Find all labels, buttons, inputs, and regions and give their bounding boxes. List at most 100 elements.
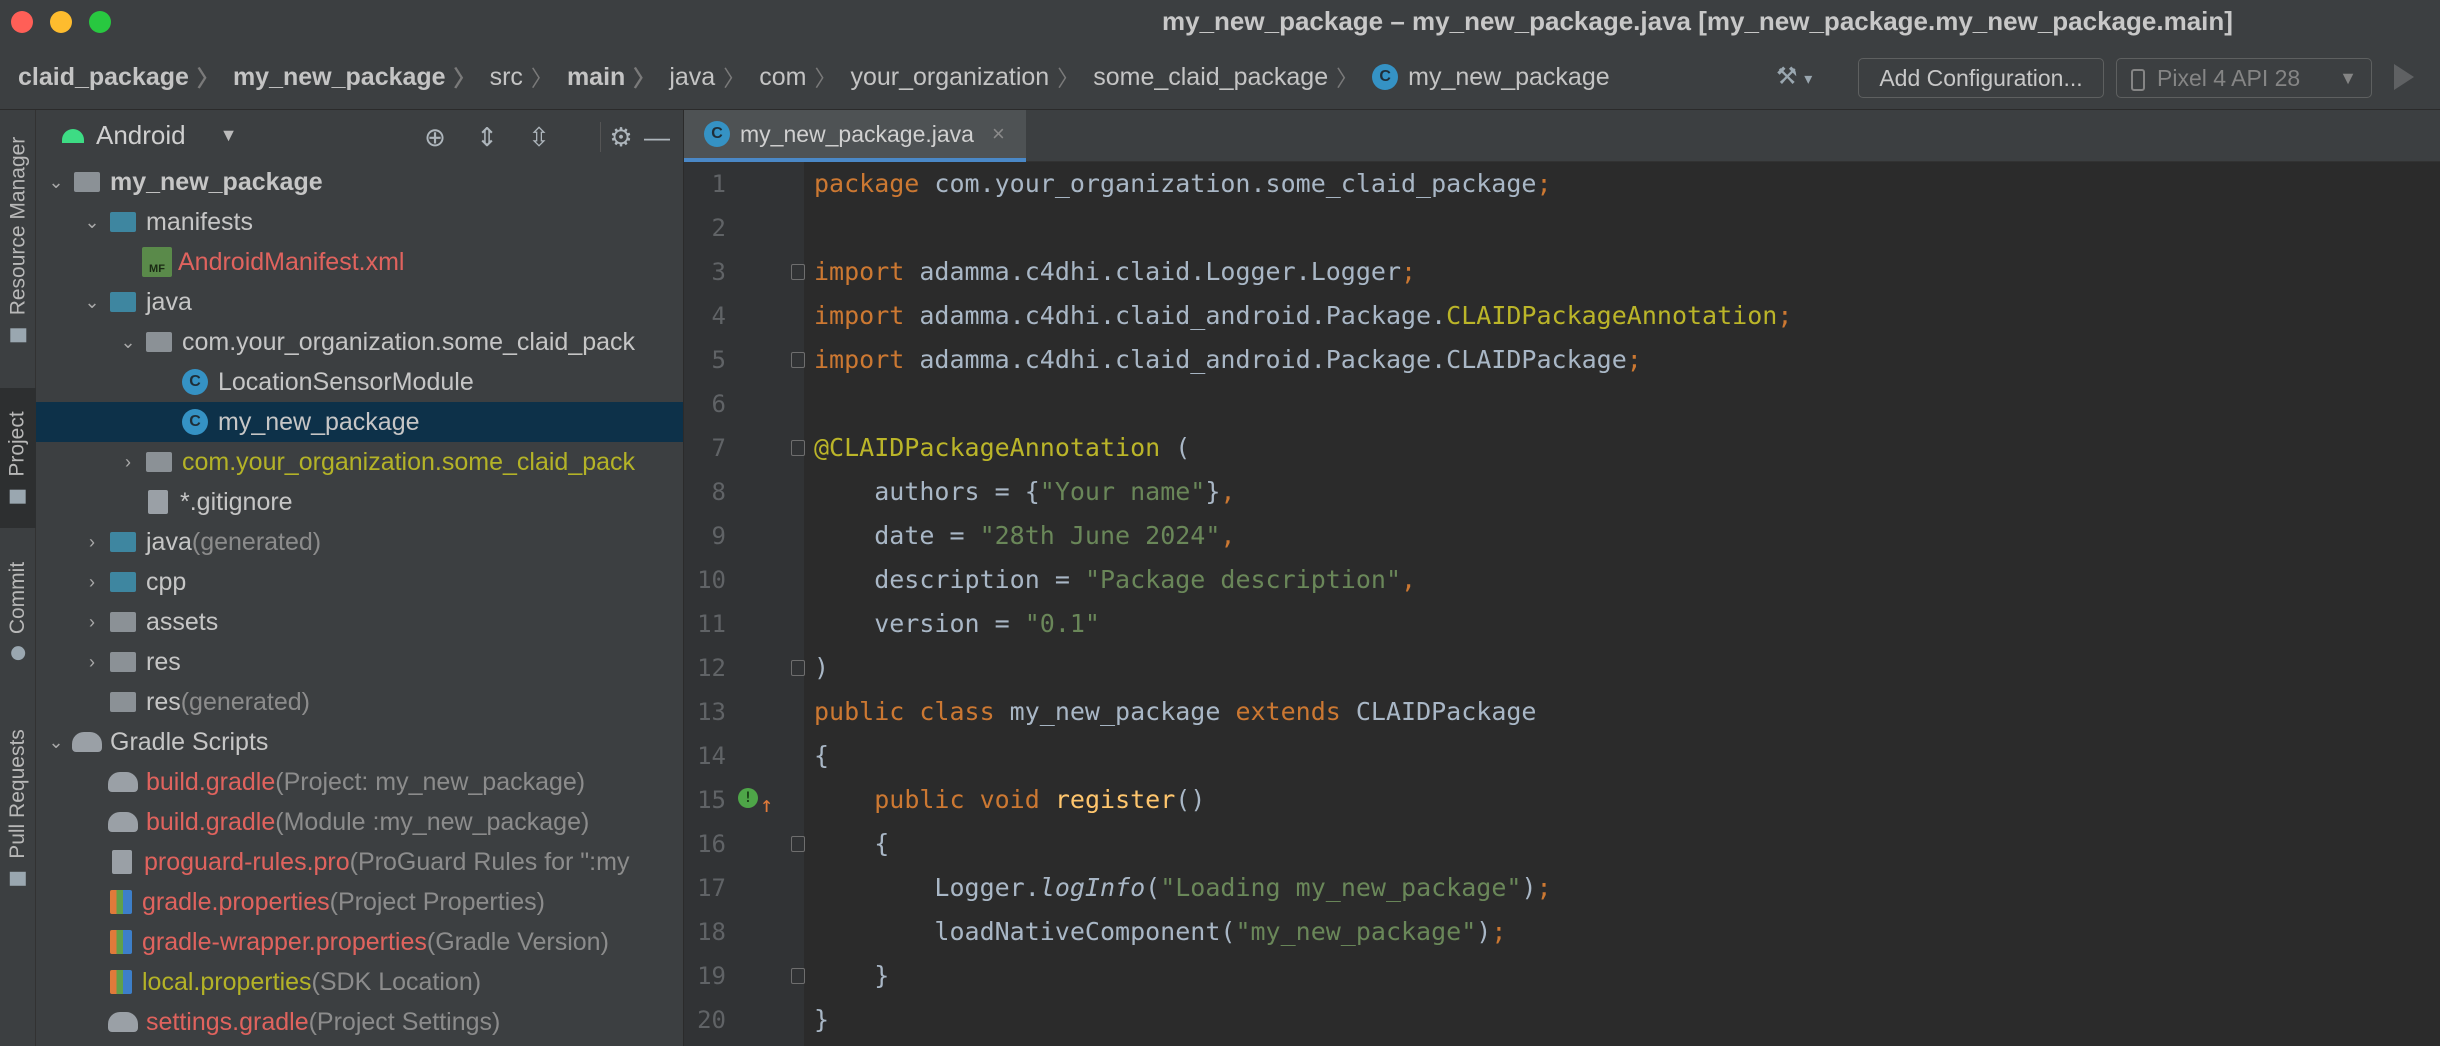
tree-item[interactable]: *.gitignore [36,482,683,522]
breadcrumb-item[interactable]: claid_package 〉 [18,61,233,93]
tree-item[interactable]: MF AndroidManifest.xml [36,242,683,282]
manifest-icon: MF [142,247,172,277]
code-text: { [814,734,829,778]
code-line: 15! ↑ public void register() [684,778,2440,822]
breadcrumb-item[interactable]: Cmy_new_package [1372,63,1610,92]
tree-item[interactable]: build.gradle (Project: my_new_package) [36,762,683,802]
tab-resource-manager[interactable]: Resource Manager [0,124,36,356]
run-icon[interactable] [2394,64,2414,90]
close-window-button[interactable] [11,11,33,33]
code-line: 5 import adamma.c4dhi.claid_android.Packa… [684,338,2440,382]
minimize-window-button[interactable] [50,11,72,33]
code-token: @CLAIDPackageAnnotation [814,433,1161,462]
tree-item[interactable]: gradle-wrapper.properties (Gradle Versio… [36,922,683,962]
fold-icon[interactable] [791,836,805,852]
tree-item[interactable]: ⌄ java [36,282,683,322]
chevron-right-icon: 〉 [633,66,656,91]
project-view-selector[interactable]: Android ▼ [62,120,237,151]
window-title: my_new_package – my_new_package.java [my… [1162,6,2233,36]
tree-item[interactable]: Cmy_new_package [36,402,683,442]
chevron-down-icon[interactable]: ⌄ [82,292,102,313]
chevron-right-icon: 〉 [723,66,746,91]
gear-icon[interactable]: ⚙ [606,122,636,152]
tree-item[interactable]: › res [36,642,683,682]
breadcrumb-item[interactable]: your_organization 〉 [850,61,1093,93]
add-configuration-button[interactable]: Add Configuration... [1858,58,2104,98]
breadcrumb-item[interactable]: java 〉 [669,61,759,93]
chevron-right-icon[interactable]: › [118,452,138,473]
code-token: version = [814,609,1025,638]
code-token: adamma.c4dhi.claid_android.Package.CLAID… [904,345,1627,374]
breadcrumb-item[interactable]: com 〉 [759,61,850,93]
tree-item[interactable]: gradle.properties (Project Properties) [36,882,683,922]
code-token: "28th June 2024" [979,521,1221,550]
tree-item[interactable]: ⌄ my_new_package [36,162,683,202]
code-line: 18 loadNativeComponent("my_new_package")… [684,910,2440,954]
breadcrumb-item[interactable]: src 〉 [490,61,567,93]
close-icon[interactable]: × [992,121,1005,147]
tab-pull-requests[interactable]: Pull Requests [0,708,36,908]
tree-item-detail: (Project: my_new_package) [275,767,586,796]
line-number: 1 [711,170,726,198]
tree-item[interactable]: ⌄ manifests [36,202,683,242]
maximize-window-button[interactable] [89,11,111,33]
fold-icon[interactable] [791,440,805,456]
hide-icon[interactable]: — [642,122,672,152]
tree-item[interactable]: settings.gradle (Project Settings) [36,1002,683,1042]
tab-resource-manager-label: Resource Manager [6,136,29,316]
breadcrumb-item[interactable]: some_claid_package 〉 [1093,61,1372,93]
tab-project[interactable]: Project [0,388,36,528]
tree-item[interactable]: › java (generated) [36,522,683,562]
tree-item-label: LocationSensorModule [218,367,474,396]
code-token: logInfo [1039,873,1146,902]
fold-icon[interactable] [791,352,805,368]
code-line: 19 } [684,954,2440,998]
title-bar: my_new_package – my_new_package.java [my… [0,0,2440,44]
tree-item[interactable]: ⌄ Gradle Scripts [36,722,683,762]
chevron-right-icon[interactable]: › [82,612,102,633]
tab-my-new-package-java[interactable]: C my_new_package.java × [684,110,1026,162]
fold-icon[interactable] [791,264,805,280]
gradle-icon [72,732,102,752]
locate-icon[interactable]: ⊕ [420,122,450,152]
tab-commit-label: Commit [6,561,29,635]
code-token: () [1175,785,1206,814]
collapse-all-icon[interactable]: ⇳ [524,122,554,152]
tree-item[interactable]: proguard-rules.pro (ProGuard Rules for "… [36,842,683,882]
tree-item[interactable]: build.gradle (Module :my_new_package) [36,802,683,842]
breadcrumb-item[interactable]: my_new_package 〉 [233,61,490,93]
tree-item[interactable]: local.properties (SDK Location) [36,962,683,1002]
chevron-right-icon[interactable]: › [82,572,102,593]
tree-item[interactable]: › com.your_organization.some_claid_pack [36,442,683,482]
fold-icon[interactable] [791,968,805,984]
chevron-down-icon[interactable]: ⌄ [118,332,138,353]
override-icon[interactable]: ! [738,788,758,808]
fold-icon[interactable] [791,660,805,676]
code-token: } [814,1005,830,1034]
tree-item[interactable]: › cpp [36,562,683,602]
code-text: authors = {"Your name"}, [814,470,1235,514]
chevron-down-icon: ▼ [2339,68,2357,88]
tree-item[interactable]: C LocationSensorModule [36,362,683,402]
expand-all-icon[interactable]: ⇕ [472,122,502,152]
code-line: 17 Logger.logInfo("Loading my_new_packag… [684,866,2440,910]
breadcrumb-item[interactable]: main 〉 [567,61,669,93]
chevron-down-icon[interactable]: ⌄ [82,212,102,233]
chevron-right-icon[interactable]: › [82,532,102,553]
chevron-down-icon[interactable]: ⌄ [46,172,66,193]
tree-item-detail: (Module :my_new_package) [275,807,590,836]
code-token: ) [1521,873,1537,902]
tree-item-label: *.gitignore [180,487,293,516]
device-selector[interactable]: Pixel 4 API 28 ▼ [2116,58,2372,98]
properties-icon [110,930,132,954]
tree-item[interactable]: res (generated) [36,682,683,722]
hammer-icon[interactable]: ⚒ ▾ [1776,62,1826,92]
tree-item[interactable]: ⌄ com.your_organization.some_claid_pack [36,322,683,362]
chevron-right-icon[interactable]: › [82,652,102,673]
tab-commit[interactable]: Commit [0,546,36,676]
tree-item[interactable]: › assets [36,602,683,642]
line-number: 16 [697,830,726,858]
chevron-down-icon[interactable]: ⌄ [46,732,66,753]
tree-item-detail: (Project Settings) [308,1007,501,1036]
code-token: ) [814,653,830,682]
